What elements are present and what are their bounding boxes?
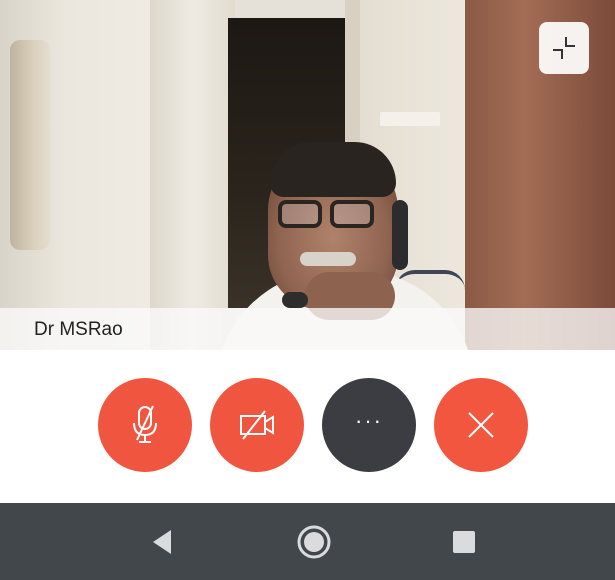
more-icon: ··· (355, 408, 383, 433)
video-background-frame (10, 40, 50, 250)
toggle-video-button[interactable] (210, 378, 304, 472)
mic-off-icon (133, 405, 157, 443)
recents-square-icon (453, 531, 475, 553)
minimize-button[interactable] (539, 22, 589, 74)
nav-back-button[interactable] (144, 524, 180, 560)
participant-glasses-right (330, 200, 374, 228)
video-background-shelf (380, 112, 440, 126)
nav-recents-button[interactable] (446, 524, 482, 560)
more-options-button[interactable]: ··· (322, 378, 416, 472)
video-background-door (150, 0, 235, 350)
minimize-icon (553, 37, 575, 59)
participant-hair (270, 142, 396, 197)
end-call-icon (468, 412, 494, 438)
back-triangle-icon (153, 530, 171, 554)
nav-home-button[interactable] (296, 524, 332, 560)
home-circle-icon (297, 525, 331, 559)
video-off-icon (240, 410, 274, 440)
participant-mustache (300, 252, 356, 266)
remote-video-feed[interactable] (0, 0, 615, 350)
participant-name: Dr MSRao (34, 319, 123, 340)
mute-button[interactable] (98, 378, 192, 472)
end-call-button[interactable] (434, 378, 528, 472)
participant-headset (392, 200, 408, 270)
participant-microphone (282, 292, 308, 308)
participant-glasses-left (278, 200, 322, 228)
